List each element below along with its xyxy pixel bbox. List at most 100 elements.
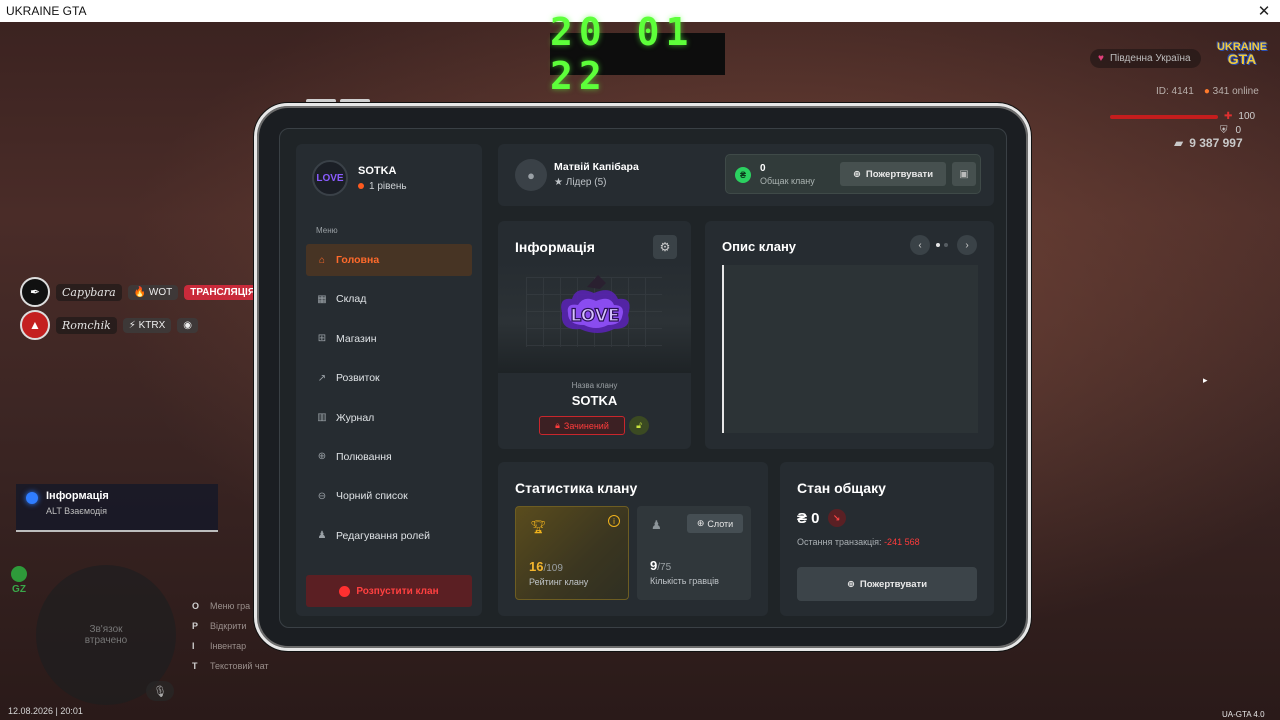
hotkey-hint: I Інвентар (192, 636, 269, 656)
hotkey-key: T (192, 661, 198, 671)
online-dot-icon: ● (1203, 86, 1210, 97)
pager-dots (936, 243, 948, 247)
prev-button[interactable]: ‹ (910, 235, 930, 255)
health-row: ✚ 100 (1110, 111, 1255, 122)
pager-dot[interactable] (936, 243, 940, 247)
rating-box: 🏆︎ i 16/109 Рейтинг клану (515, 506, 629, 600)
stats-title: Статистика клану (515, 480, 638, 496)
clan-header: LOVE SOTKA 1 рівень (312, 160, 407, 196)
hotkey-key: I (192, 641, 195, 651)
clan-logo-text: LOVE (571, 306, 620, 326)
clan-bank-box: ₴ 0 Общак клану ⊕ Пожертвувати ▣ (725, 154, 981, 194)
sidebar-item-blacklist[interactable]: ⊖ Чорний список (306, 480, 472, 512)
disband-clan-button[interactable]: Розпустити клан (306, 575, 472, 607)
close-icon[interactable]: ✕ (1254, 2, 1274, 20)
armor-row: ⛨ 0 (1220, 125, 1241, 136)
sidebar-menu: ⌂ Головна ▦ Склад ⊞ Магазин ↗ Розвиток ▥ Журн… (306, 244, 472, 559)
sidebar-item-label: Головна (336, 254, 380, 266)
region-badge: ♥ Південна Україна (1090, 49, 1201, 68)
settings-button[interactable]: ⚙ (653, 235, 677, 259)
sidebar-item-hunting[interactable]: ⊕ Полювання (306, 441, 472, 473)
chart-icon: ↗ (317, 372, 327, 384)
slots-label: Слоти (707, 518, 734, 529)
sidebar-item-home[interactable]: ⌂ Головна (306, 244, 472, 276)
gz-label: GZ (12, 584, 26, 595)
unlock-button[interactable]: 🔓︎ (629, 416, 649, 435)
disband-label: Розпустити клан (356, 585, 439, 597)
info-card: Інформація ⚙ LOVE Назва клану SOTKA 🔒︎ За… (498, 221, 691, 449)
sidebar-item-journal[interactable]: ▥ Журнал (306, 402, 472, 434)
gift-button[interactable]: ▣ (952, 162, 976, 186)
bank-amount: ₴ 0 (797, 509, 820, 527)
donate-button[interactable]: ⊕ Пожертвувати (840, 162, 946, 186)
tablet-frame: LOVE SOTKA 1 рівень Меню ⌂ Головна ▦ Склад… (254, 103, 1031, 651)
player-entry: ▲ Romchik ⚡ KTRX ◉ (20, 310, 198, 340)
clan-avatar: LOVE (312, 160, 348, 196)
players-value-row: 9/75 (650, 558, 671, 573)
last-tx-value: -241 568 (884, 537, 920, 547)
sidebar-item-label: Журнал (336, 411, 375, 424)
user-role-text: Лідер (5) (565, 177, 607, 188)
coin-icon: ₴ (735, 167, 751, 183)
cart-icon: ⊞ (317, 333, 327, 345)
clan-logo: LOVE (561, 275, 630, 333)
date-time: 12.08.2026 | 20:01 (8, 706, 83, 716)
block-icon: ⊖ (317, 490, 327, 502)
sidebar-item-label: Редагування ролей (336, 529, 430, 542)
region-label: Південна Україна (1109, 53, 1191, 64)
sidebar-item-warehouse[interactable]: ▦ Склад (306, 283, 472, 315)
menu-caption: Меню (316, 226, 338, 235)
info-icon[interactable]: i (608, 515, 620, 527)
bank-amount-row: ₴ 0 ↘ (797, 509, 846, 527)
heart-icon: ♥ (1098, 53, 1104, 64)
warehouse-icon: ▦ (317, 293, 327, 305)
avatar: ✒ (20, 277, 50, 307)
info-dot-icon (26, 492, 38, 504)
sidebar-item-label: Магазин (336, 332, 377, 345)
toast-title: Інформація (46, 490, 109, 502)
players-label: Кількість гравців (650, 576, 719, 586)
description-textarea[interactable] (722, 265, 978, 433)
rating-total: /109 (543, 563, 563, 574)
pager-dot[interactable] (944, 243, 948, 247)
rating-value-row: 16/109 (529, 559, 563, 574)
stats-card: Статистика клану 🏆︎ i 16/109 Рейтинг кла… (498, 462, 768, 616)
user-role: ★ Лідер (5) (554, 177, 607, 188)
hotkey-label: Відкрити (210, 621, 247, 631)
next-button[interactable]: › (957, 235, 977, 255)
sidebar-item-development[interactable]: ↗ Розвиток (306, 362, 472, 394)
mouse-cursor-icon: ▸ (1203, 375, 1208, 385)
logo-bottom-text: GTA (1227, 51, 1257, 67)
status-label: Зачинений (563, 420, 609, 431)
slots-button[interactable]: ⊕ Слоти (687, 514, 743, 533)
player-entry: ✒ Capybara 🔥 WOT ТРАНСЛЯЦІЯ (20, 277, 262, 307)
crosshair-icon: ⊕ (317, 451, 327, 463)
sidebar-item-roles[interactable]: ♟ Редагування ролей (306, 520, 472, 552)
plus-circle-icon: ⊕ (696, 518, 705, 528)
gift-icon: ▣ (959, 168, 969, 180)
info-toast: Інформація ALT Взаємодія (16, 484, 218, 532)
donate-label: Пожертвувати (865, 168, 934, 180)
players-box: ♟ ⊕ Слоти 9/75 Кількість гравців (637, 506, 751, 600)
user-card: ● Матвій Капібара ★ Лідер (5) ₴ 0 Общак … (498, 144, 994, 206)
gear-icon: ⚙ (659, 240, 671, 254)
gz-dot-icon (11, 566, 27, 582)
gz-indicator: GZ (11, 566, 27, 595)
plus-circle-icon: ⊕ (852, 168, 861, 180)
donate-bank-label: Пожертвувати (859, 578, 928, 590)
sidebar-item-shop[interactable]: ⊞ Магазин (306, 323, 472, 355)
user-avatar-icon: ● (515, 159, 547, 191)
info-card-title: Інформація (515, 239, 595, 255)
disband-icon (339, 585, 351, 597)
clan-name: SOTKA (358, 164, 397, 177)
microphone-icon[interactable]: 🎙 (146, 681, 174, 701)
hotkey-key: O (192, 601, 200, 611)
bank-card: Стан общаку ₴ 0 ↘ Остання транзакція: -2… (780, 462, 994, 616)
game-clock: 20 01 22 (550, 10, 725, 98)
donate-bank-button[interactable]: ⊕ Пожертвувати (797, 567, 977, 601)
health-cross-icon: ✚ (1224, 111, 1233, 122)
eye-icon: ◉ (177, 317, 198, 333)
logo-stage: LOVE (498, 261, 691, 373)
player-id: ID: 4141 (1156, 86, 1194, 97)
clan-level: 1 рівень (358, 181, 407, 192)
